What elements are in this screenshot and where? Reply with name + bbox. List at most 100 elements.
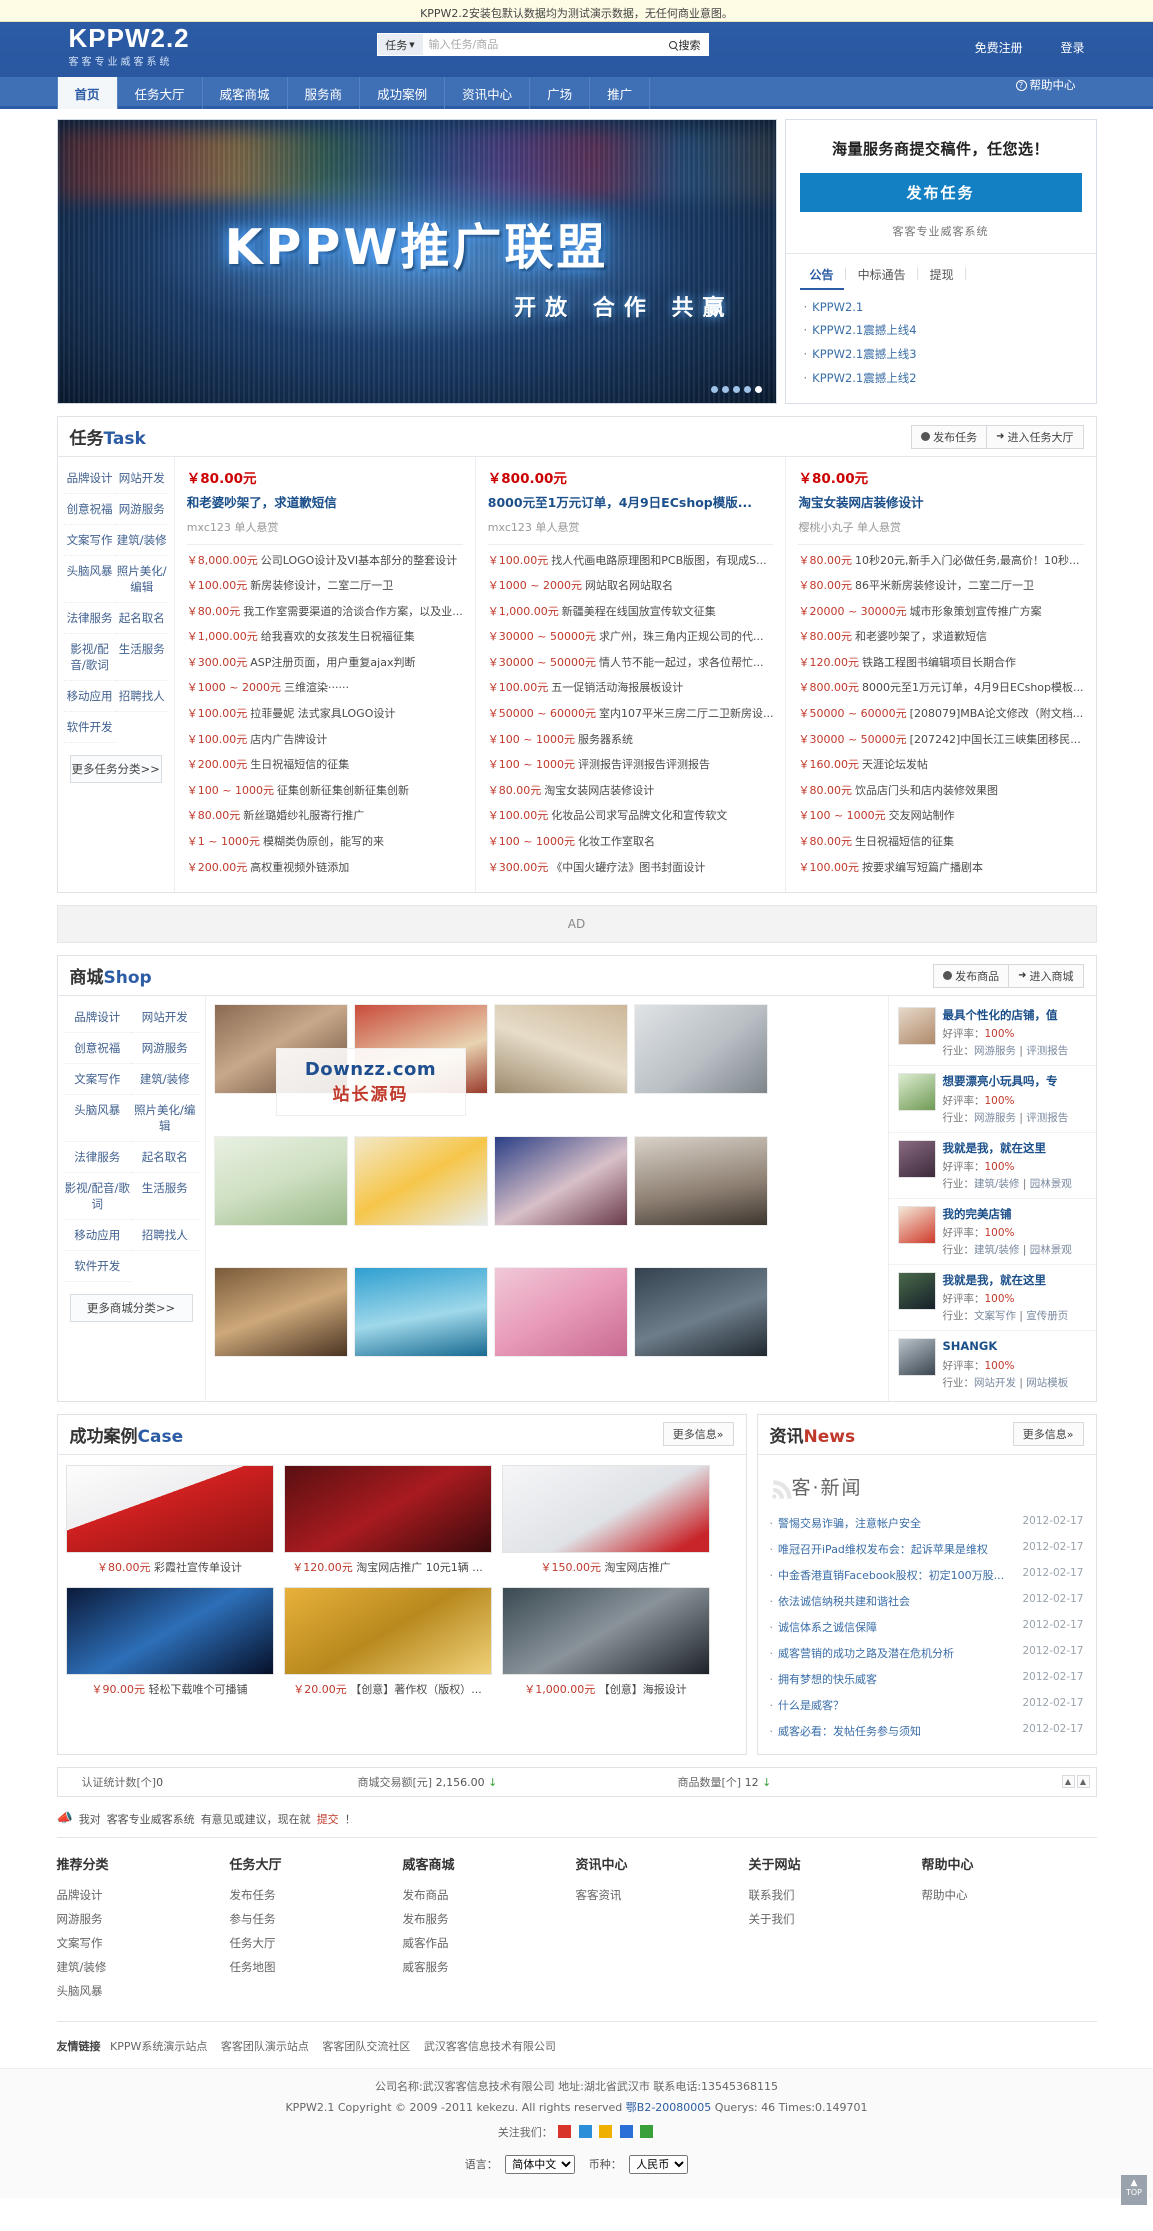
task-row[interactable]: ￥100.00元 找人代画电路原理图和PCB版图，有现成S... (488, 548, 774, 574)
search-button[interactable]: 搜索 (660, 33, 709, 56)
case-card[interactable]: ￥20.00元 【创意】著作权（版权）... (283, 1586, 492, 1699)
footer-link[interactable]: 参与任务 (230, 1907, 403, 1931)
nav-item-home[interactable]: 首页 (56, 77, 118, 109)
news-item[interactable]: 警惕交易诈骗，注意帐户安全 2012-02-17 (770, 1510, 1084, 1536)
shop-category[interactable]: 照片美化/编辑 (131, 1095, 199, 1143)
tab-announcement[interactable]: 公告 (799, 262, 844, 290)
shop-thumbnail[interactable] (493, 1135, 628, 1226)
search-input[interactable] (422, 33, 661, 56)
industry-value[interactable]: 文案写作 (974, 1310, 1016, 1322)
stats-page-up-button[interactable]: ▲ (1061, 1775, 1075, 1789)
case-more-button[interactable]: 更多信息» (662, 1422, 734, 1447)
banner-dot-5[interactable] (754, 386, 762, 393)
task-row[interactable]: ￥30000 ~ 50000元 求广州，珠三角内正规公司的代... (488, 624, 774, 650)
case-card[interactable]: ￥150.00元 淘宝网店推广 (501, 1464, 710, 1577)
footer-link[interactable]: 帮助中心 (922, 1883, 1095, 1907)
shop-thumbnail[interactable] (213, 1267, 348, 1358)
banner-dot-2[interactable] (721, 386, 729, 393)
shop-category[interactable]: 品牌设计 (63, 1002, 131, 1034)
tab-bid-notice[interactable]: 中标通告 (848, 262, 916, 290)
task-row[interactable]: ￥80.00元 生日祝福短信的征集 (798, 829, 1083, 855)
shop-category[interactable]: 软件开发 (63, 1251, 131, 1283)
shop-thumbnail[interactable] (633, 1267, 768, 1358)
task-more-categories-button[interactable]: 更多任务分类>> (69, 755, 162, 783)
shop-list-item[interactable]: 我就是我，就在这里 好评率：100% 行业：建筑/装修 | 园林景观 (888, 1133, 1096, 1199)
task-row[interactable]: ￥80.00元 86平米新房装修设计，二室二厅一卫 (798, 573, 1083, 599)
search-category-dropdown[interactable]: 任务 ▼ (376, 33, 423, 56)
announcement-item[interactable]: KPPW2.1震撼上线4 (804, 318, 1078, 342)
friendlink[interactable]: 客客团队演示站点 (221, 2040, 309, 2053)
shop-category[interactable]: 网游服务 (131, 1033, 199, 1065)
stats-page-down-button[interactable]: ▲ (1076, 1775, 1090, 1789)
shop-post-product-button[interactable]: 发布商品 (933, 963, 1010, 988)
footer-link[interactable]: 网游服务 (57, 1907, 230, 1931)
task-category[interactable]: 网站开发 (115, 463, 168, 494)
task-row[interactable]: ￥100.00元 化妆品公司求写品牌文化和宣传软文 (488, 803, 774, 829)
task-row[interactable]: ￥1000 ~ 2000元 三维渲染······ (187, 675, 463, 701)
shop-category[interactable]: 建筑/装修 (131, 1064, 199, 1096)
shop-list-item[interactable]: SHANGK 好评率：100% 行业：网站开发 | 网站模板 (889, 1331, 1096, 1396)
news-item[interactable]: 唯冠召开iPad维权发布会：起诉苹果是维权 2012-02-17 (770, 1536, 1084, 1562)
case-card[interactable]: ￥1,000.00元 【创意】海报设计 (501, 1586, 710, 1699)
news-item[interactable]: 诚信体系之诚信保障 2012-02-17 (770, 1614, 1084, 1640)
task-row[interactable]: ￥30000 ~ 50000元 情人节不能一起过，求各位帮忙... (488, 650, 774, 676)
task-row[interactable]: ￥20000 ~ 30000元 城市形象策划宣传推广方案 (798, 599, 1083, 625)
industry-value[interactable]: 网游服务 (974, 1045, 1016, 1057)
task-row[interactable]: ￥1,000.00元 给我喜欢的女孩发生日祝福征集 (187, 624, 463, 650)
shop-list-item[interactable]: 我就是我，就在这里 好评率：100% 行业：文案写作 | 宣传册页 (888, 1265, 1096, 1332)
feedback-submit-link[interactable]: 提交 (317, 1811, 339, 1827)
industry-tag[interactable]: 园林景观 (1030, 1178, 1072, 1190)
industry-tag[interactable]: 评测报告 (1026, 1112, 1068, 1124)
task-row[interactable]: ￥80.00元 我工作室需要渠道的洽谈合作方案，以及业... (187, 599, 463, 625)
news-item[interactable]: 威客必看：发帖任务参与须知 2012-02-17 (770, 1718, 1084, 1744)
footer-link[interactable]: 文案写作 (57, 1931, 230, 1955)
tencent-weibo-icon[interactable] (578, 2124, 592, 2138)
shop-list-item[interactable]: 我的完美店铺 好评率：100% 行业：建筑/装修 | 园林景观 (888, 1199, 1096, 1266)
task-row[interactable]: ￥80.00元 新丝璐婚纱礼服寄行推广 (187, 803, 463, 829)
featured-task-title[interactable]: 8000元至1万元订单，4月9日ECshop模版... (488, 494, 774, 512)
task-row[interactable]: ￥100 ~ 1000元 评测报告评测报告评测报告 (488, 752, 774, 778)
footer-link[interactable]: 建筑/装修 (57, 1955, 230, 1979)
nav-item-news[interactable]: 资讯中心 (445, 77, 531, 109)
featured-task-title[interactable]: 和老婆吵架了，求道歉短信 (187, 494, 463, 512)
task-row[interactable]: ￥100.00元 拉菲曼妮 法式家具LOGO设计 (187, 701, 463, 727)
banner-dots[interactable] (710, 386, 762, 393)
task-category[interactable]: 建筑/装修 (115, 525, 168, 556)
task-row[interactable]: ￥1,000.00元 新疆美程在线国放宣传软文征集 (488, 599, 774, 625)
footer-link[interactable]: 威客作品 (403, 1931, 576, 1955)
shop-thumbnail[interactable] (493, 1004, 628, 1095)
shop-category[interactable]: 网站开发 (131, 1002, 199, 1034)
footer-link[interactable]: 发布服务 (403, 1907, 576, 1931)
shop-item-name[interactable]: SHANGK (943, 1338, 1069, 1355)
shop-item-name[interactable]: 想要漂亮小玩具吗，专 (943, 1073, 1069, 1090)
task-category[interactable]: 法律服务 (63, 603, 116, 634)
nav-item-service-provider[interactable]: 服务商 (288, 77, 361, 109)
industry-tag[interactable]: 园林景观 (1030, 1244, 1072, 1256)
footer-link[interactable]: 威客服务 (403, 1955, 576, 1979)
back-to-top-button[interactable]: ▲ TOP (1121, 2175, 1147, 2205)
industry-value[interactable]: 建筑/装修 (974, 1244, 1020, 1256)
post-task-button[interactable]: 发布任务 (799, 173, 1082, 212)
shop-thumbnail[interactable] (353, 1267, 488, 1358)
task-row[interactable]: ￥100.00元 五一促销活动海报展板设计 (488, 675, 774, 701)
task-category[interactable]: 头脑风暴 (63, 556, 116, 603)
banner-dot-1[interactable] (710, 386, 718, 393)
tab-withdraw[interactable]: 提现 (920, 262, 964, 290)
nav-item-promotion[interactable]: 推广 (590, 77, 651, 109)
industry-tag[interactable]: 网站模板 (1026, 1377, 1068, 1389)
news-item[interactable]: 依法诚信纳税共建和谐社会 2012-02-17 (770, 1588, 1084, 1614)
footer-link[interactable]: 关于我们 (749, 1907, 922, 1931)
shop-category[interactable]: 头脑风暴 (63, 1095, 131, 1143)
task-row[interactable]: ￥200.00元 高权重视频外链添加 (187, 855, 463, 881)
shop-thumbnail[interactable] (353, 1135, 488, 1226)
industry-tag[interactable]: 宣传册页 (1026, 1310, 1068, 1322)
hero-banner[interactable]: KPPW推广联盟 开放 合作 共赢 (56, 119, 777, 404)
shop-list-item[interactable]: 想要漂亮小玩具吗，专 好评率：100% 行业：网游服务 | 评测报告 (888, 1066, 1096, 1133)
shop-more-categories-button[interactable]: 更多商城分类>> (69, 1294, 193, 1323)
shop-category[interactable]: 法律服务 (63, 1142, 131, 1174)
shop-category[interactable]: 移动应用 (63, 1220, 131, 1252)
shop-category[interactable]: 创意祝福 (63, 1033, 131, 1065)
shop-item-name[interactable]: 我的完美店铺 (943, 1206, 1072, 1223)
footer-link[interactable]: 任务地图 (230, 1955, 403, 1979)
announcement-item[interactable]: KPPW2.1震撼上线2 (804, 366, 1078, 390)
